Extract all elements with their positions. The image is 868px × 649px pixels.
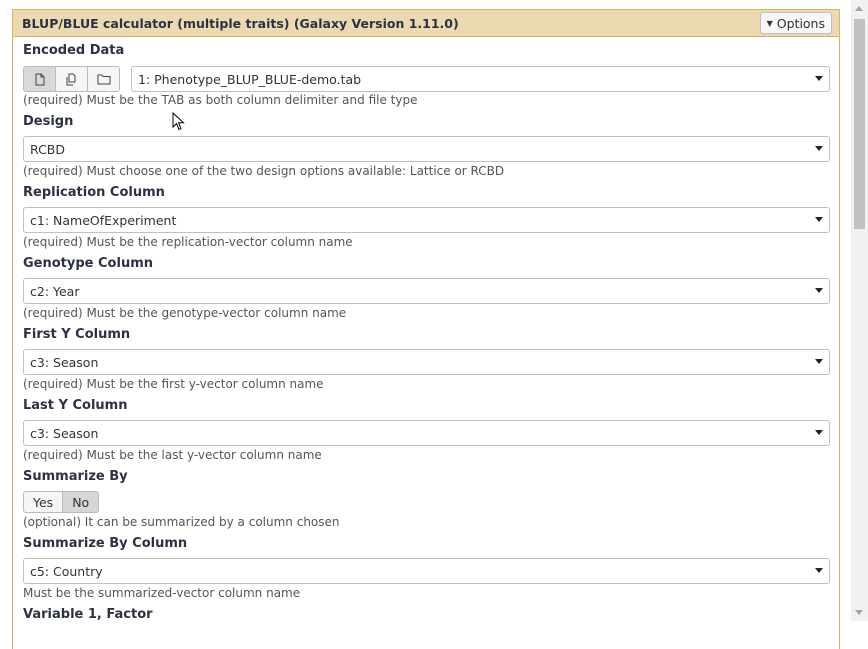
tool-form-panel: BLUP/BLUE calculator (multiple traits) (…: [12, 9, 840, 649]
genotype-column-help: (required) Must be the genotype-vector c…: [23, 306, 347, 320]
first-y-column-label: First Y Column: [23, 327, 131, 342]
summarize-by-column-select[interactable]: c5: Country: [23, 558, 830, 584]
multiple-datasets-button[interactable]: [55, 66, 88, 92]
caret-down-icon: [815, 430, 823, 435]
scroll-down-icon[interactable]: [855, 610, 863, 615]
data-source-buttons: [23, 66, 120, 92]
encoded-data-help: (required) Must be the TAB as both colum…: [23, 93, 418, 107]
last-y-column-value: c3: Season: [30, 425, 99, 441]
caret-down-icon: [815, 359, 823, 364]
vertical-scrollbar[interactable]: [851, 0, 868, 621]
scroll-up-icon[interactable]: [855, 6, 863, 11]
summarize-by-toggle: Yes No: [23, 491, 100, 513]
summarize-by-yes-button[interactable]: Yes: [23, 491, 64, 513]
design-value: RCBD: [30, 141, 65, 157]
caret-down-icon: [815, 288, 823, 293]
summarize-by-column-help: Must be the summarized-vector column nam…: [23, 586, 301, 600]
replication-column-value: c1: NameOfExperiment: [30, 212, 177, 228]
caret-down-icon: [815, 146, 823, 151]
scrollbar-thumb[interactable]: [854, 19, 865, 229]
tool-header: BLUP/BLUE calculator (multiple traits) (…: [13, 10, 839, 37]
single-dataset-button[interactable]: [23, 66, 56, 92]
first-y-column-select[interactable]: c3: Season: [23, 349, 830, 375]
options-label: Options: [776, 15, 825, 31]
dataset-collection-button[interactable]: [87, 66, 120, 92]
design-help: (required) Must choose one of the two de…: [23, 164, 505, 178]
file-icon: [35, 73, 44, 85]
encoded-data-value: 1: Phenotype_BLUP_BLUE-demo.tab: [138, 71, 362, 87]
summarize-by-label: Summarize By: [23, 469, 128, 484]
summarize-by-help: (optional) It can be summarized by a col…: [23, 515, 340, 529]
genotype-column-select[interactable]: c2: Year: [23, 278, 830, 304]
design-label: Design: [23, 114, 74, 129]
summarize-by-column-label: Summarize By Column: [23, 536, 188, 551]
caret-down-icon: ▼: [766, 18, 773, 28]
tool-title: BLUP/BLUE calculator (multiple traits) (…: [22, 15, 459, 31]
replication-column-help: (required) Must be the replication-vecto…: [23, 235, 353, 249]
folder-icon: [97, 74, 110, 85]
last-y-column-help: (required) Must be the last y-vector col…: [23, 448, 322, 462]
caret-down-icon: [815, 76, 823, 81]
replication-column-label: Replication Column: [23, 185, 165, 200]
variable-1-label: Variable 1, Factor: [23, 607, 153, 622]
summarize-by-column-value: c5: Country: [30, 563, 103, 579]
design-select[interactable]: RCBD: [23, 136, 830, 162]
encoded-data-label: Encoded Data: [23, 43, 125, 58]
first-y-column-value: c3: Season: [30, 354, 99, 370]
summarize-by-no-button[interactable]: No: [62, 491, 100, 513]
options-button[interactable]: ▼ Options: [759, 12, 832, 34]
caret-down-icon: [815, 568, 823, 573]
encoded-data-select[interactable]: 1: Phenotype_BLUP_BLUE-demo.tab: [131, 66, 830, 92]
last-y-column-label: Last Y Column: [23, 398, 128, 413]
genotype-column-label: Genotype Column: [23, 256, 153, 271]
mouse-cursor-icon: [172, 112, 185, 131]
first-y-column-help: (required) Must be the first y-vector co…: [23, 377, 324, 391]
encoded-data-row: 1: Phenotype_BLUP_BLUE-demo.tab: [23, 66, 831, 92]
last-y-column-select[interactable]: c3: Season: [23, 420, 830, 446]
caret-down-icon: [815, 217, 823, 222]
genotype-column-value: c2: Year: [30, 283, 80, 299]
copy-files-icon: [66, 73, 76, 85]
replication-column-select[interactable]: c1: NameOfExperiment: [23, 207, 830, 233]
